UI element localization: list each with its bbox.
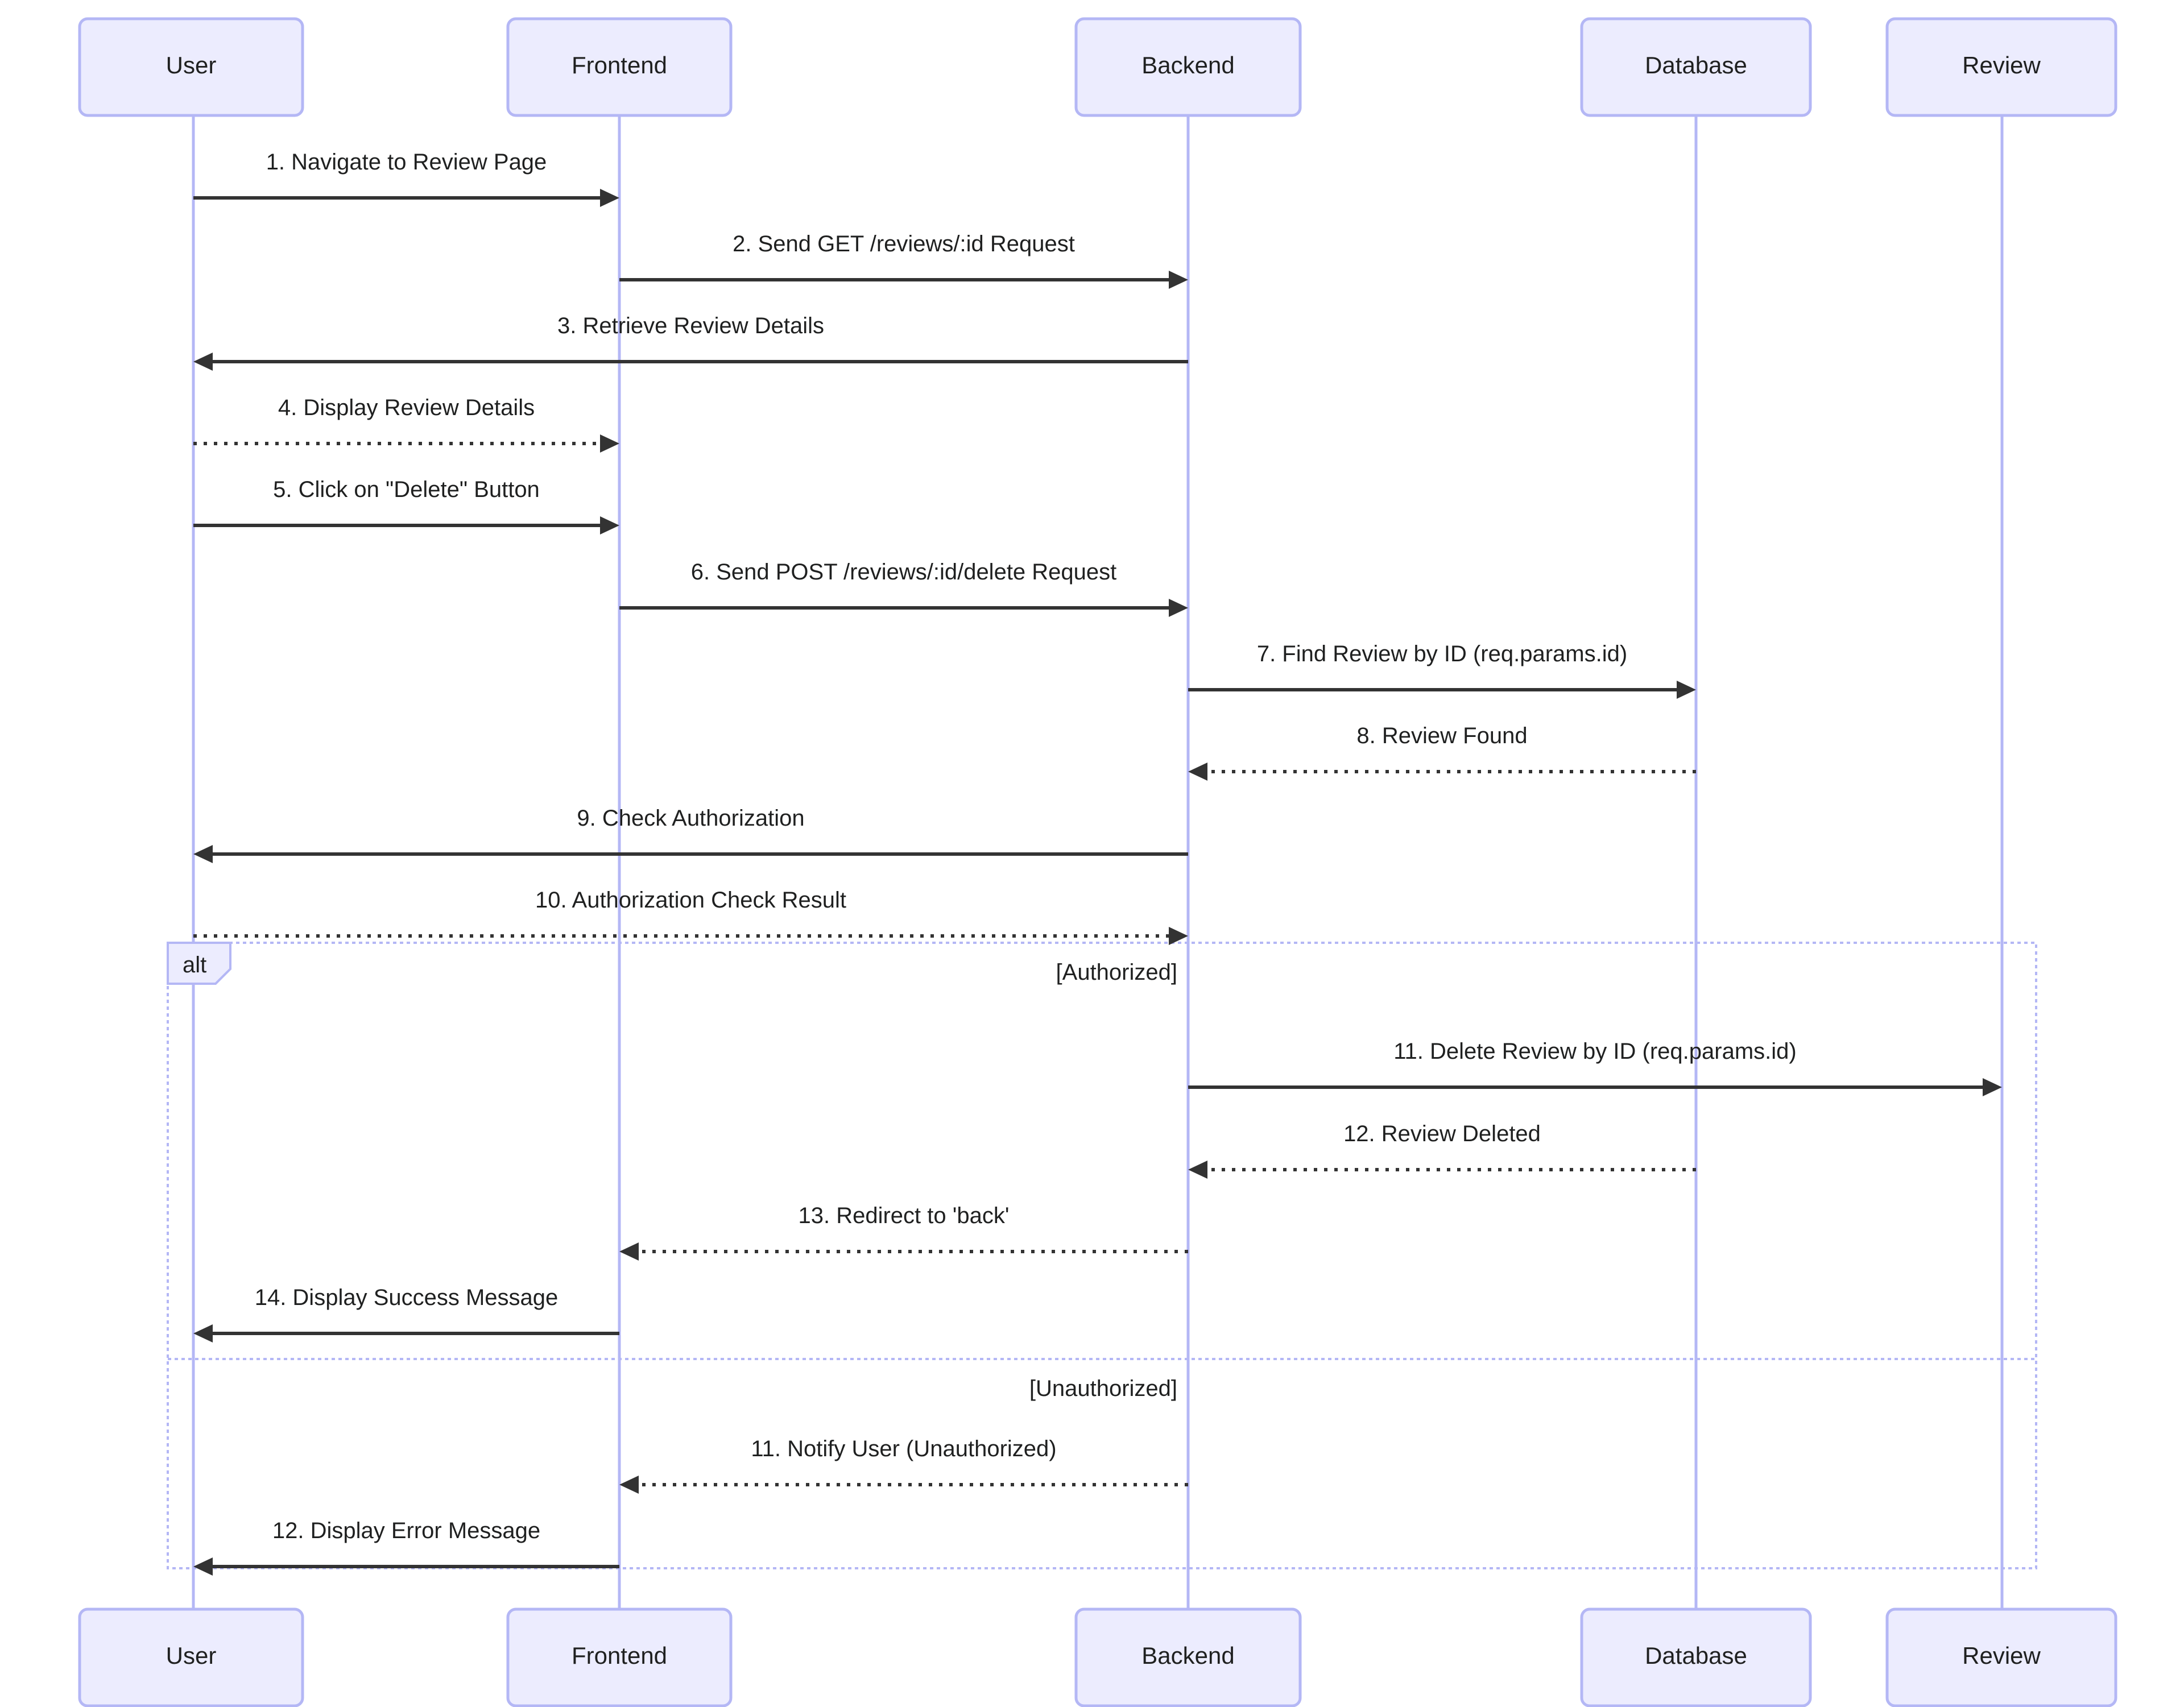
message-label-9: 9. Check Authorization xyxy=(577,806,804,831)
actor-label-backend-top: Backend xyxy=(1141,52,1234,78)
arrow-head-icon xyxy=(1983,1078,2002,1096)
alt-condition-label-authorized: [Authorized] xyxy=(1056,960,1177,985)
arrow-head-icon xyxy=(600,434,619,453)
actor-label-frontend-bottom: Frontend xyxy=(572,1642,667,1669)
actor-label-database-bottom: Database xyxy=(1645,1642,1747,1669)
message-label-4: 4. Display Review Details xyxy=(278,395,535,420)
arrow-head-icon xyxy=(193,1557,213,1576)
actor-boxes-bottom: User Frontend Backend Database Review xyxy=(78,1607,2117,1707)
message-label-10: 10. Authorization Check Result xyxy=(535,888,846,913)
alt-condition-label-unauthorized: [Unauthorized] xyxy=(1029,1376,1177,1401)
message-label-2: 2. Send GET /reviews/:id Request xyxy=(733,231,1075,256)
messages-layer: 1. Navigate to Review Page 2. Send GET /r… xyxy=(193,150,2002,1576)
actor-label-frontend-top: Frontend xyxy=(572,52,667,78)
actor-user-bottom[interactable]: User xyxy=(78,1607,304,1707)
actor-backend-top[interactable]: Backend xyxy=(1074,17,1302,117)
alt-fragment-border xyxy=(167,942,2037,1569)
message-label-14: 14. Display Success Message xyxy=(255,1285,559,1310)
arrow-head-icon xyxy=(619,1476,639,1494)
message-10: 10. Authorization Check Result xyxy=(193,888,1188,945)
message-9: 9. Check Authorization xyxy=(193,806,1188,863)
arrow-head-icon xyxy=(1677,681,1696,699)
actor-backend-bottom[interactable]: Backend xyxy=(1074,1607,1302,1707)
actor-review-top[interactable]: Review xyxy=(1885,17,2117,117)
message-label-11b: 11. Notify User (Unauthorized) xyxy=(751,1436,1056,1461)
actor-database-top[interactable]: Database xyxy=(1580,17,1812,117)
actor-frontend-top[interactable]: Frontend xyxy=(506,17,733,117)
message-2: 2. Send GET /reviews/:id Request xyxy=(619,231,1188,289)
message-label-12b: 12. Display Error Message xyxy=(272,1518,540,1543)
sequence-diagram-canvas: alt [Authorized] [Unauthorized] 1. Navigat… xyxy=(0,0,2184,1707)
message-label-11: 11. Delete Review by ID (req.params.id) xyxy=(1393,1039,1796,1064)
arrow-head-icon xyxy=(193,1324,213,1343)
message-label-13: 13. Redirect to 'back' xyxy=(798,1203,1009,1228)
actor-label-database-top: Database xyxy=(1645,52,1747,78)
arrow-head-icon xyxy=(600,516,619,535)
arrow-head-icon xyxy=(193,845,213,863)
message-14: 14. Display Success Message xyxy=(193,1285,619,1343)
arrow-head-icon xyxy=(1188,763,1207,781)
message-11b: 11. Notify User (Unauthorized) xyxy=(619,1436,1188,1494)
message-label-7: 7. Find Review by ID (req.params.id) xyxy=(1257,641,1627,666)
arrow-head-icon xyxy=(619,1242,639,1261)
message-13: 13. Redirect to 'back' xyxy=(619,1203,1188,1261)
message-8: 8. Review Found xyxy=(1188,723,1696,781)
message-1: 1. Navigate to Review Page xyxy=(193,150,619,207)
message-3: 3. Retrieve Review Details xyxy=(193,313,1188,371)
actor-boxes-top: User Frontend Backend Database Review xyxy=(78,17,2117,117)
message-12b: 12. Display Error Message xyxy=(193,1518,619,1576)
actor-label-backend-bottom: Backend xyxy=(1141,1642,1234,1669)
sequence-diagram-svg: alt [Authorized] [Unauthorized] 1. Navigat… xyxy=(78,17,2117,1707)
alt-fragment-tag-label: alt xyxy=(183,952,206,977)
message-label-6: 6. Send POST /reviews/:id/delete Request xyxy=(691,560,1117,585)
message-4: 4. Display Review Details xyxy=(193,395,619,453)
actor-user-top[interactable]: User xyxy=(78,17,304,117)
actor-label-review-bottom: Review xyxy=(1962,1642,2041,1669)
actor-label-user-bottom: User xyxy=(166,1642,217,1669)
message-label-3: 3. Retrieve Review Details xyxy=(557,313,824,338)
message-label-1: 1. Navigate to Review Page xyxy=(266,150,547,175)
actor-label-user-top: User xyxy=(166,52,217,78)
actor-review-bottom[interactable]: Review xyxy=(1885,1607,2117,1707)
arrow-head-icon xyxy=(193,353,213,371)
arrow-head-icon xyxy=(600,189,619,207)
message-5: 5. Click on "Delete" Button xyxy=(193,477,619,535)
message-11: 11. Delete Review by ID (req.params.id) xyxy=(1188,1039,2002,1096)
actor-label-review-top: Review xyxy=(1962,52,2041,78)
message-12: 12. Review Deleted xyxy=(1188,1121,1696,1179)
actor-frontend-bottom[interactable]: Frontend xyxy=(506,1607,733,1707)
message-6: 6. Send POST /reviews/:id/delete Request xyxy=(619,560,1188,617)
alt-fragment-layer: alt [Authorized] [Unauthorized] xyxy=(167,942,2037,1569)
actor-database-bottom[interactable]: Database xyxy=(1580,1607,1812,1707)
arrow-head-icon xyxy=(1188,1161,1207,1179)
message-label-5: 5. Click on "Delete" Button xyxy=(273,477,540,502)
arrow-head-icon xyxy=(1169,271,1188,289)
message-label-8: 8. Review Found xyxy=(1356,723,1527,748)
arrow-head-icon xyxy=(1169,599,1188,617)
message-7: 7. Find Review by ID (req.params.id) xyxy=(1188,641,1696,699)
message-label-12: 12. Review Deleted xyxy=(1343,1121,1541,1146)
